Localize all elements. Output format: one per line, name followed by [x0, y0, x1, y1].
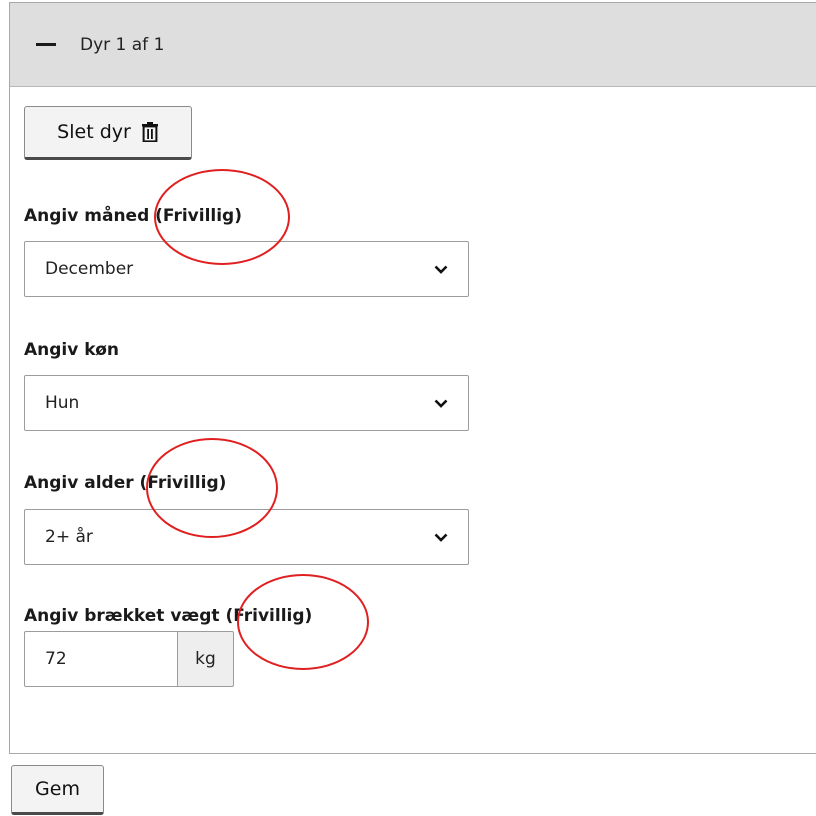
delete-animal-button[interactable]: Slet dyr	[24, 106, 192, 160]
minus-icon[interactable]	[36, 43, 56, 46]
panel-header[interactable]: Dyr 1 af 1	[10, 3, 816, 87]
weight-input[interactable]	[24, 631, 177, 687]
age-select-value: 2+ år	[45, 527, 93, 547]
sex-label: Angiv køn	[24, 340, 119, 360]
sex-select-value: Hun	[45, 393, 80, 413]
panel-title: Dyr 1 af 1	[80, 34, 165, 55]
chevron-down-icon	[434, 533, 448, 542]
month-select[interactable]: December	[24, 241, 469, 297]
age-select[interactable]: 2+ år	[24, 509, 469, 565]
age-label: Angiv alder (Frivillig)	[24, 473, 227, 493]
sex-select[interactable]: Hun	[24, 375, 469, 431]
weight-label: Angiv brækket vægt (Frivillig)	[24, 606, 313, 626]
month-label: Angiv måned (Frivillig)	[24, 206, 242, 226]
weight-unit: kg	[177, 631, 234, 687]
save-button-label: Gem	[35, 778, 80, 800]
chevron-down-icon	[434, 265, 448, 274]
save-button[interactable]: Gem	[11, 765, 104, 815]
trash-icon	[141, 122, 159, 142]
chevron-down-icon	[434, 399, 448, 408]
month-select-value: December	[45, 259, 134, 279]
delete-button-label: Slet dyr	[57, 121, 131, 143]
weight-input-group: kg	[24, 631, 234, 687]
